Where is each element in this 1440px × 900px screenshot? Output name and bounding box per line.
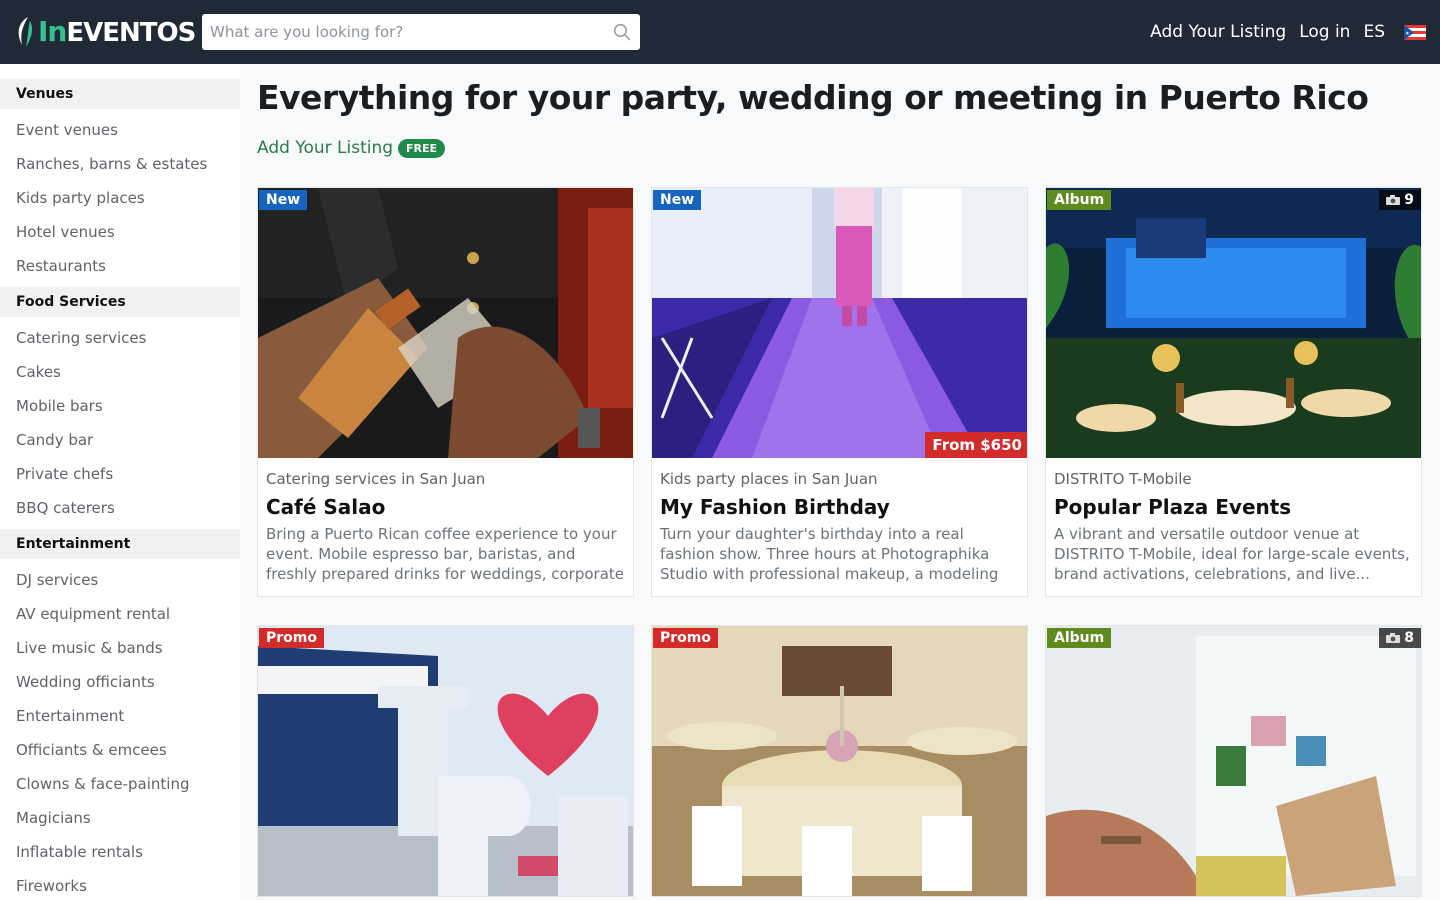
page-title: Everything for your party, wedding or me… bbox=[257, 78, 1369, 117]
listing-category: Catering services in San Juan bbox=[266, 470, 486, 488]
add-listing-link[interactable]: Add Your Listing bbox=[1150, 22, 1286, 42]
runway-photo-illustration bbox=[652, 188, 1027, 458]
new-badge: New bbox=[653, 190, 702, 210]
sidebar-item-wedding-officiants[interactable]: Wedding officiants bbox=[0, 665, 240, 699]
add-listing-main-link[interactable]: Add Your Listing bbox=[257, 138, 393, 158]
listing-photo[interactable]: Album 8 bbox=[1046, 626, 1421, 896]
sidebar-item-mobile-bars[interactable]: Mobile bars bbox=[0, 389, 240, 423]
sidebar-item-inflatable-rentals[interactable]: Inflatable rentals bbox=[0, 835, 240, 869]
login-link[interactable]: Log in bbox=[1299, 22, 1350, 42]
sidebar-item-fireworks[interactable]: Fireworks bbox=[0, 869, 240, 900]
listing-category: Kids party places in San Juan bbox=[660, 470, 878, 488]
listing-card[interactable]: Promo bbox=[651, 625, 1028, 897]
sidebar-item-private-chefs[interactable]: Private chefs bbox=[0, 457, 240, 491]
listing-card[interactable]: New Catering services in San Juan Café S… bbox=[257, 187, 634, 597]
listing-photo[interactable]: New From $650 bbox=[652, 188, 1027, 458]
promo-badge: Promo bbox=[259, 628, 324, 648]
album-badge: Album bbox=[1047, 628, 1112, 648]
sidebar-item-event-venues[interactable]: Event venues bbox=[0, 113, 240, 147]
sidebar-heading-food-services[interactable]: Food Services bbox=[0, 287, 240, 317]
listing-card[interactable]: New From $650 Kids party places in San J… bbox=[651, 187, 1028, 597]
search-icon[interactable] bbox=[604, 14, 640, 50]
guestbook-photo-illustration bbox=[1046, 626, 1421, 896]
puerto-rico-flag-icon[interactable] bbox=[1404, 24, 1426, 40]
nav-links: Add Your Listing Log in ES bbox=[1150, 14, 1426, 50]
logo-icon bbox=[18, 17, 33, 47]
listing-description: Bring a Puerto Rican coffee experience t… bbox=[266, 525, 625, 583]
logo-text: InEventos bbox=[38, 14, 196, 48]
price-tag: From $650 bbox=[925, 432, 1027, 458]
listing-description: Turn your daughter's birthday into a rea… bbox=[660, 525, 999, 583]
listing-photo[interactable]: Album 9 bbox=[1046, 188, 1421, 458]
search-bar bbox=[202, 14, 640, 50]
top-navbar: InEventos Add Your Listing Log in ES bbox=[0, 0, 1440, 64]
i-love-pr-photo-illustration bbox=[258, 626, 633, 896]
sidebar-item-bbq-caterers[interactable]: BBQ caterers bbox=[0, 491, 240, 525]
listing-photo[interactable]: Promo bbox=[258, 626, 633, 896]
free-badge: FREE bbox=[398, 138, 446, 158]
category-sidebar: Venues Event venues Ranches, barns & est… bbox=[0, 64, 240, 900]
listing-title[interactable]: My Fashion Birthday bbox=[660, 492, 1019, 522]
add-listing-cta: Add Your Listing FREE bbox=[257, 138, 446, 158]
site-logo[interactable]: InEventos bbox=[14, 14, 196, 50]
sidebar-item-restaurants[interactable]: Restaurants bbox=[0, 249, 240, 283]
sidebar-item-av-equipment[interactable]: AV equipment rental bbox=[0, 597, 240, 631]
listing-description: A vibrant and versatile outdoor venue at… bbox=[1054, 525, 1410, 583]
banquet-hall-photo-illustration bbox=[652, 626, 1027, 896]
listing-title[interactable]: Café Salao bbox=[266, 492, 625, 522]
listing-title[interactable]: Popular Plaza Events bbox=[1054, 492, 1413, 522]
sidebar-item-live-music[interactable]: Live music & bands bbox=[0, 631, 240, 665]
sidebar-heading-venues[interactable]: Venues bbox=[0, 79, 240, 109]
listing-category: DISTRITO T-Mobile bbox=[1054, 470, 1192, 488]
language-switch[interactable]: ES bbox=[1363, 22, 1385, 42]
coffee-photo-illustration bbox=[258, 188, 633, 458]
album-badge: Album bbox=[1047, 190, 1112, 210]
camera-icon bbox=[1386, 195, 1401, 205]
sidebar-item-hotel-venues[interactable]: Hotel venues bbox=[0, 215, 240, 249]
sidebar-item-catering[interactable]: Catering services bbox=[0, 321, 240, 355]
sidebar-item-clowns[interactable]: Clowns & face-painting bbox=[0, 767, 240, 801]
listing-card[interactable]: Promo bbox=[257, 625, 634, 897]
sidebar-item-entertainment[interactable]: Entertainment bbox=[0, 699, 240, 733]
venue-night-photo-illustration bbox=[1046, 188, 1421, 458]
sidebar-item-ranches[interactable]: Ranches, barns & estates bbox=[0, 147, 240, 181]
listing-photo[interactable]: New bbox=[258, 188, 633, 458]
camera-icon bbox=[1386, 633, 1401, 643]
sidebar-item-dj-services[interactable]: DJ services bbox=[0, 563, 240, 597]
photo-count: 8 bbox=[1379, 628, 1421, 648]
promo-badge: Promo bbox=[653, 628, 718, 648]
search-input[interactable] bbox=[202, 15, 604, 49]
sidebar-item-magicians[interactable]: Magicians bbox=[0, 801, 240, 835]
sidebar-item-candy-bar[interactable]: Candy bar bbox=[0, 423, 240, 457]
new-badge: New bbox=[259, 190, 308, 210]
listing-card[interactable]: Album 8 bbox=[1045, 625, 1422, 897]
sidebar-item-cakes[interactable]: Cakes bbox=[0, 355, 240, 389]
listing-photo[interactable]: Promo bbox=[652, 626, 1027, 896]
listing-card[interactable]: Album 9 DISTRITO T-Mobile Popular Plaza … bbox=[1045, 187, 1422, 597]
sidebar-item-kids-party-places[interactable]: Kids party places bbox=[0, 181, 240, 215]
main-content: Everything for your party, wedding or me… bbox=[257, 64, 1427, 900]
photo-count: 9 bbox=[1379, 190, 1421, 210]
sidebar-item-officiants-emcees[interactable]: Officiants & emcees bbox=[0, 733, 240, 767]
sidebar-heading-entertainment[interactable]: Entertainment bbox=[0, 529, 240, 559]
